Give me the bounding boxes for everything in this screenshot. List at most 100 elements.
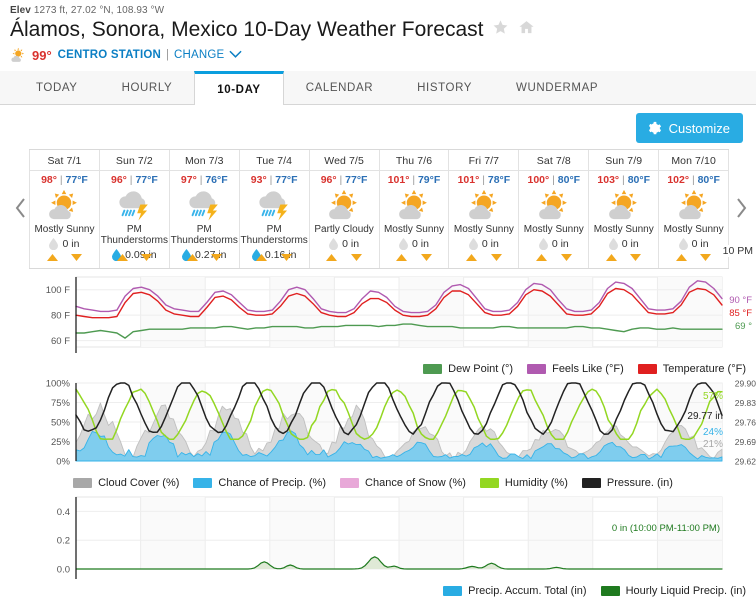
sunset-icon	[210, 248, 222, 266]
day-name: Thu 7/6	[395, 155, 433, 167]
sunrise-icon	[675, 248, 687, 266]
day-column[interactable]: Sat 7/8 100° | 80°F Mostly Sunny 0 in	[519, 150, 590, 268]
mostly-sunny-icon	[534, 187, 574, 223]
day-name: Wed 7/5	[324, 155, 364, 167]
tab-label: HISTORY	[417, 81, 473, 94]
legend-hourly-precip[interactable]: Hourly Liquid Precip. (in)	[600, 585, 746, 597]
day-condition: PM Thunderstorms	[100, 224, 168, 246]
station-link[interactable]: CENTRO STATION	[58, 49, 161, 61]
day-temps: 97° | 76°F	[181, 174, 228, 186]
day-column[interactable]: Mon 7/10 102° | 80°F Mostly Sunny 0 in	[659, 150, 730, 268]
tab-hourly[interactable]: HOURLY	[100, 71, 195, 104]
legend-pressure[interactable]: Pressure. (in)	[581, 477, 673, 489]
day-column[interactable]: Sat 7/1 98° | 77°F Mostly Sunny 0 in	[29, 150, 100, 268]
conditions-chart-svg[interactable]: 0% 29.62 25% 29.69 50% 29.76 75% 29.83 100% 29.90…	[0, 377, 756, 475]
mostly-sunny-icon	[674, 187, 714, 223]
sunset-icon	[280, 248, 292, 266]
divider	[239, 170, 309, 171]
day-low: 77°F	[275, 174, 298, 186]
day-temp-separator: |	[479, 174, 488, 186]
day-name: Sun 7/9	[605, 155, 643, 167]
precipitation-chart-svg[interactable]: 0.0 0.2 0.4 0 in (10:00 PM-11:00 PM)	[0, 491, 756, 583]
legend-swatch	[340, 478, 360, 488]
tab-calendar[interactable]: CALENDAR	[284, 71, 395, 104]
tab-history[interactable]: HISTORY	[395, 71, 494, 104]
sunset-icon	[560, 248, 572, 266]
day-condition: Mostly Sunny	[593, 224, 654, 235]
legend-feels-like[interactable]: Feels Like (°F)	[527, 363, 624, 375]
tab-10-day[interactable]: 10-DAY	[194, 71, 284, 105]
day-column[interactable]: Sun 7/2 96° | 77°F PM Thunderstorms 0.09 in	[99, 150, 170, 268]
day-high: 101°	[457, 174, 480, 186]
tab-label: WUNDERMAP	[516, 81, 599, 94]
tab-today[interactable]: TODAY	[14, 71, 100, 104]
day-high: 93°	[250, 174, 267, 186]
legend-swatch	[193, 478, 213, 488]
divider	[99, 170, 169, 171]
legend-dew-point[interactable]: Dew Point (°)	[423, 363, 513, 375]
day-name: Sat 7/1	[47, 155, 82, 167]
divider	[379, 170, 449, 171]
legend-label: Temperature (°F)	[662, 363, 746, 375]
change-station-link[interactable]: CHANGE	[174, 49, 224, 61]
divider	[30, 170, 99, 171]
day-condition: PM Thunderstorms	[240, 224, 308, 246]
divider	[169, 170, 239, 171]
sunrise-icon	[186, 248, 198, 266]
axis-label: 29.83	[735, 398, 756, 408]
chevron-left-icon[interactable]	[12, 195, 30, 221]
mostly-sunny-icon	[464, 187, 504, 223]
day-column[interactable]: Wed 7/5 96° | 77°F Partly Cloudy 0 in	[309, 150, 380, 268]
toolbar: Customize	[0, 105, 756, 149]
day-name: Fri 7/7	[468, 155, 500, 167]
legend-label: Chance of Snow (%)	[365, 477, 466, 489]
legend-swatch	[600, 586, 620, 596]
temperature-chart-svg[interactable]: 60 F 80 F 100 F 90 °F 85 °F 69 °	[0, 269, 756, 361]
customize-button[interactable]: Customize	[635, 113, 743, 143]
tab-label: HOURLY	[121, 81, 173, 94]
sunrise-sunset	[380, 248, 449, 266]
legend-chance-precip[interactable]: Chance of Precip. (%)	[193, 477, 326, 489]
day-high: 98°	[41, 174, 57, 186]
divider	[519, 170, 589, 171]
day-column[interactable]: Tue 7/4 93° | 77°F PM Thunderstorms 0.16 in	[239, 150, 310, 268]
legend-label: Dew Point (°)	[448, 363, 514, 375]
legend-precip-accum[interactable]: Precip. Accum. Total (in)	[443, 585, 587, 597]
day-condition: Mostly Sunny	[34, 224, 95, 235]
day-condition: Partly Cloudy	[314, 224, 374, 235]
sunrise-icon	[256, 248, 268, 266]
day-column[interactable]: Mon 7/3 97° | 76°F PM Thunderstorms 0.27 in	[169, 150, 240, 268]
legend-label: Precip. Accum. Total (in)	[468, 585, 587, 597]
day-low: 80°F	[557, 174, 581, 186]
tab-wundermap[interactable]: WUNDERMAP	[494, 71, 620, 104]
axis-label: 50%	[51, 418, 71, 429]
day-temps: 96° | 77°F	[111, 174, 158, 186]
axis-label: 0 in (10:00 PM-11:00 PM)	[612, 523, 720, 534]
day-column[interactable]: Fri 7/7 101° | 78°F Mostly Sunny 0 in	[449, 150, 520, 268]
legend-chance-snow[interactable]: Chance of Snow (%)	[340, 477, 466, 489]
conditions-chart: 0% 29.62 25% 29.69 50% 29.76 75% 29.83 100% 29.90…	[0, 377, 756, 491]
star-icon[interactable]	[492, 19, 509, 41]
chevron-right-icon[interactable]	[732, 195, 750, 221]
day-temps: 102° | 80°F	[667, 174, 720, 186]
day-column[interactable]: Thu 7/6 101° | 79°F Mostly Sunny 0 in	[379, 150, 450, 268]
chevron-down-icon[interactable]	[229, 48, 243, 62]
legend-humidity[interactable]: Humidity (%)	[479, 477, 568, 489]
day-column[interactable]: Sun 7/9 103° | 80°F Mostly Sunny 0 in	[589, 150, 660, 268]
precipitation-chart: 0.0 0.2 0.4 0 in (10:00 PM-11:00 PM) Precip…	[0, 491, 756, 599]
day-high: 100°	[527, 174, 550, 186]
day-columns: Sat 7/1 98° | 77°F Mostly Sunny 0 in Sun 7/2…	[29, 149, 730, 269]
sunrise-icon	[116, 248, 128, 266]
mostly-sunny-icon	[604, 187, 644, 223]
axis-label: 69 °	[735, 321, 752, 332]
day-high: 103°	[597, 174, 620, 186]
axis-label: 29.62	[735, 457, 756, 467]
axis-label: 0.0	[57, 565, 70, 576]
sunrise-sunset	[100, 248, 169, 266]
legend-cloud-cover[interactable]: Cloud Cover (%)	[73, 477, 179, 489]
sunrise-icon	[396, 248, 408, 266]
day-low: 77°F	[65, 174, 88, 186]
legend-temperature[interactable]: Temperature (°F)	[637, 363, 746, 375]
home-icon[interactable]	[518, 19, 535, 41]
day-condition: Mostly Sunny	[523, 224, 584, 235]
